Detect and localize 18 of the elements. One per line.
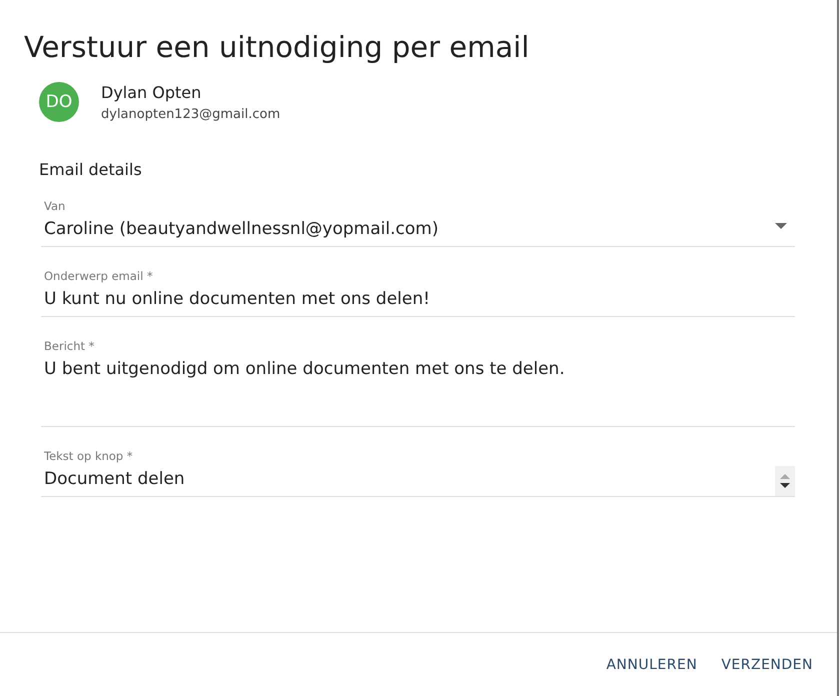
dialog-button[interactable]: ANNULEREN	[598, 648, 706, 680]
decrement-arrow-icon[interactable]	[780, 483, 790, 488]
field-label: Tekst op knop *	[44, 449, 134, 463]
field-label: Van	[44, 199, 66, 213]
recipient-name: Dylan Opten	[101, 82, 202, 102]
input-field[interactable]: U kunt nu online documenten met ons delen!	[44, 289, 795, 316]
dialog-button[interactable]: VERZENDEN	[713, 648, 821, 680]
dropdown-caret-icon[interactable]	[775, 222, 787, 228]
from-select[interactable]: Caroline (beautyandwellnessnl@yopmail.com)	[44, 219, 775, 246]
recipient-email: dylanopten123@gmail.com	[101, 106, 280, 122]
section-title: Email details	[39, 160, 143, 179]
avatar: DO	[39, 82, 79, 122]
field-label: Onderwerp email *	[44, 269, 154, 283]
field-label: Bericht *	[44, 339, 96, 353]
dialog-title: Verstuur een uitnodiging per email	[24, 30, 530, 64]
spinner-control[interactable]	[775, 466, 795, 496]
message-field[interactable]: U bent uitgenodigd om online documenten met ons te delen.	[44, 359, 795, 426]
input-field[interactable]: Document delen	[44, 469, 775, 496]
